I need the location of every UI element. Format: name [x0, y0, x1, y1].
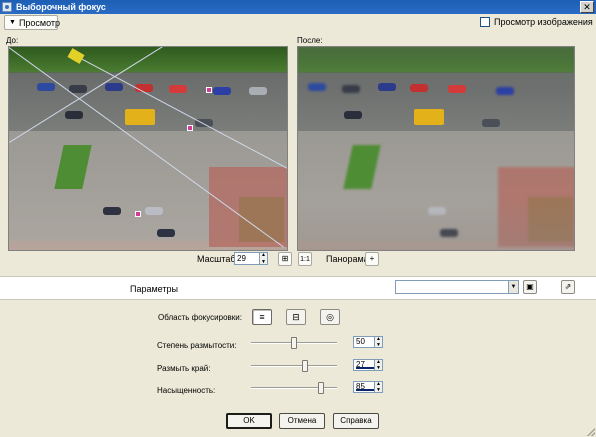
fit-to-window-icon: ⊞ [281, 254, 289, 263]
blur-edge-slider[interactable] [251, 360, 337, 372]
toolbar: ▼ Просмотр Просмотр изображения [0, 14, 596, 32]
blur-edge-label: Размыть край: [157, 364, 211, 373]
after-photo [298, 47, 574, 250]
pan-button[interactable]: + [365, 252, 379, 266]
title-bar: Выборочный фокус ✕ [0, 0, 596, 14]
blur-edge-input[interactable]: 27 [353, 357, 383, 373]
app-icon [2, 2, 12, 12]
slider-track [251, 365, 337, 367]
focus-handle[interactable] [206, 87, 212, 93]
saturation-input[interactable]: 85 [353, 379, 383, 395]
slider-thumb[interactable] [318, 382, 324, 394]
preview-checkbox-label: Просмотр изображения [494, 17, 593, 27]
delete-preset-button[interactable]: ⇗ [561, 280, 575, 294]
save-preset-button[interactable]: ▣ [523, 280, 537, 294]
zoom-spinner[interactable] [259, 250, 267, 268]
fit-to-window-button[interactable]: ⊞ [278, 252, 292, 266]
close-button[interactable]: ✕ [580, 1, 594, 13]
saturation-label: Насыщенность: [157, 386, 216, 395]
chevron-down-icon[interactable]: ▼ [508, 281, 518, 293]
help-button[interactable]: Справка [333, 413, 379, 429]
resize-grip[interactable] [587, 428, 595, 436]
window-title: Выборочный фокус [16, 2, 106, 12]
focus-handle[interactable] [135, 211, 141, 217]
before-photo [9, 47, 287, 250]
blur-amount-value: 50 [356, 337, 365, 346]
input-underline [356, 389, 374, 391]
blur-amount-spinner[interactable] [374, 334, 382, 350]
cancel-button[interactable]: Отмена [279, 413, 325, 429]
rectangular-focus-icon: ⊟ [292, 312, 300, 322]
plus-icon: + [369, 254, 375, 263]
zoom-value: 29 [237, 254, 246, 263]
focus-area-label: Область фокусировки: [158, 313, 242, 322]
blur-amount-slider[interactable] [251, 337, 337, 349]
elliptical-focus-button[interactable]: ◎ [320, 309, 340, 325]
before-label: До: [6, 36, 19, 45]
slider-thumb[interactable] [302, 360, 308, 372]
zoom-input[interactable]: 29 [234, 250, 268, 268]
saturation-slider[interactable] [251, 382, 337, 394]
after-label: После: [297, 36, 323, 45]
before-image[interactable] [8, 46, 288, 251]
actual-size-button[interactable]: 1:1 [298, 252, 312, 266]
preset-dropdown[interactable]: ▼ [395, 280, 519, 294]
blur-amount-label: Степень размытости: [157, 341, 237, 350]
save-icon: ▣ [526, 282, 534, 291]
elliptical-focus-icon: ◎ [326, 312, 334, 322]
slider-track [251, 387, 337, 389]
ok-button[interactable]: OK [226, 413, 272, 429]
actual-size-icon: 1:1 [300, 256, 310, 263]
saturation-spinner[interactable] [374, 379, 382, 395]
slider-thumb[interactable] [291, 337, 297, 349]
after-image [297, 46, 575, 251]
delete-preset-icon: ⇗ [564, 282, 572, 291]
view-menu-label: Просмотр [18, 17, 61, 28]
linear-focus-icon: ≡ [259, 312, 265, 322]
rectangular-focus-button[interactable]: ⊟ [286, 309, 306, 325]
dropdown-arrow-icon: ▼ [9, 19, 16, 26]
blur-edge-spinner[interactable] [374, 357, 382, 373]
preview-image-checkbox[interactable]: Просмотр изображения [480, 17, 593, 27]
zoom-label: Масштаб: [197, 254, 239, 264]
input-underline [356, 367, 374, 369]
params-label: Параметры [130, 284, 178, 294]
preview-checkbox-box[interactable] [480, 17, 490, 27]
view-menu-button[interactable]: ▼ Просмотр [4, 15, 61, 30]
blur-amount-input[interactable]: 50 [353, 334, 383, 350]
focus-handle[interactable] [187, 125, 193, 131]
linear-focus-button[interactable]: ≡ [252, 309, 272, 325]
